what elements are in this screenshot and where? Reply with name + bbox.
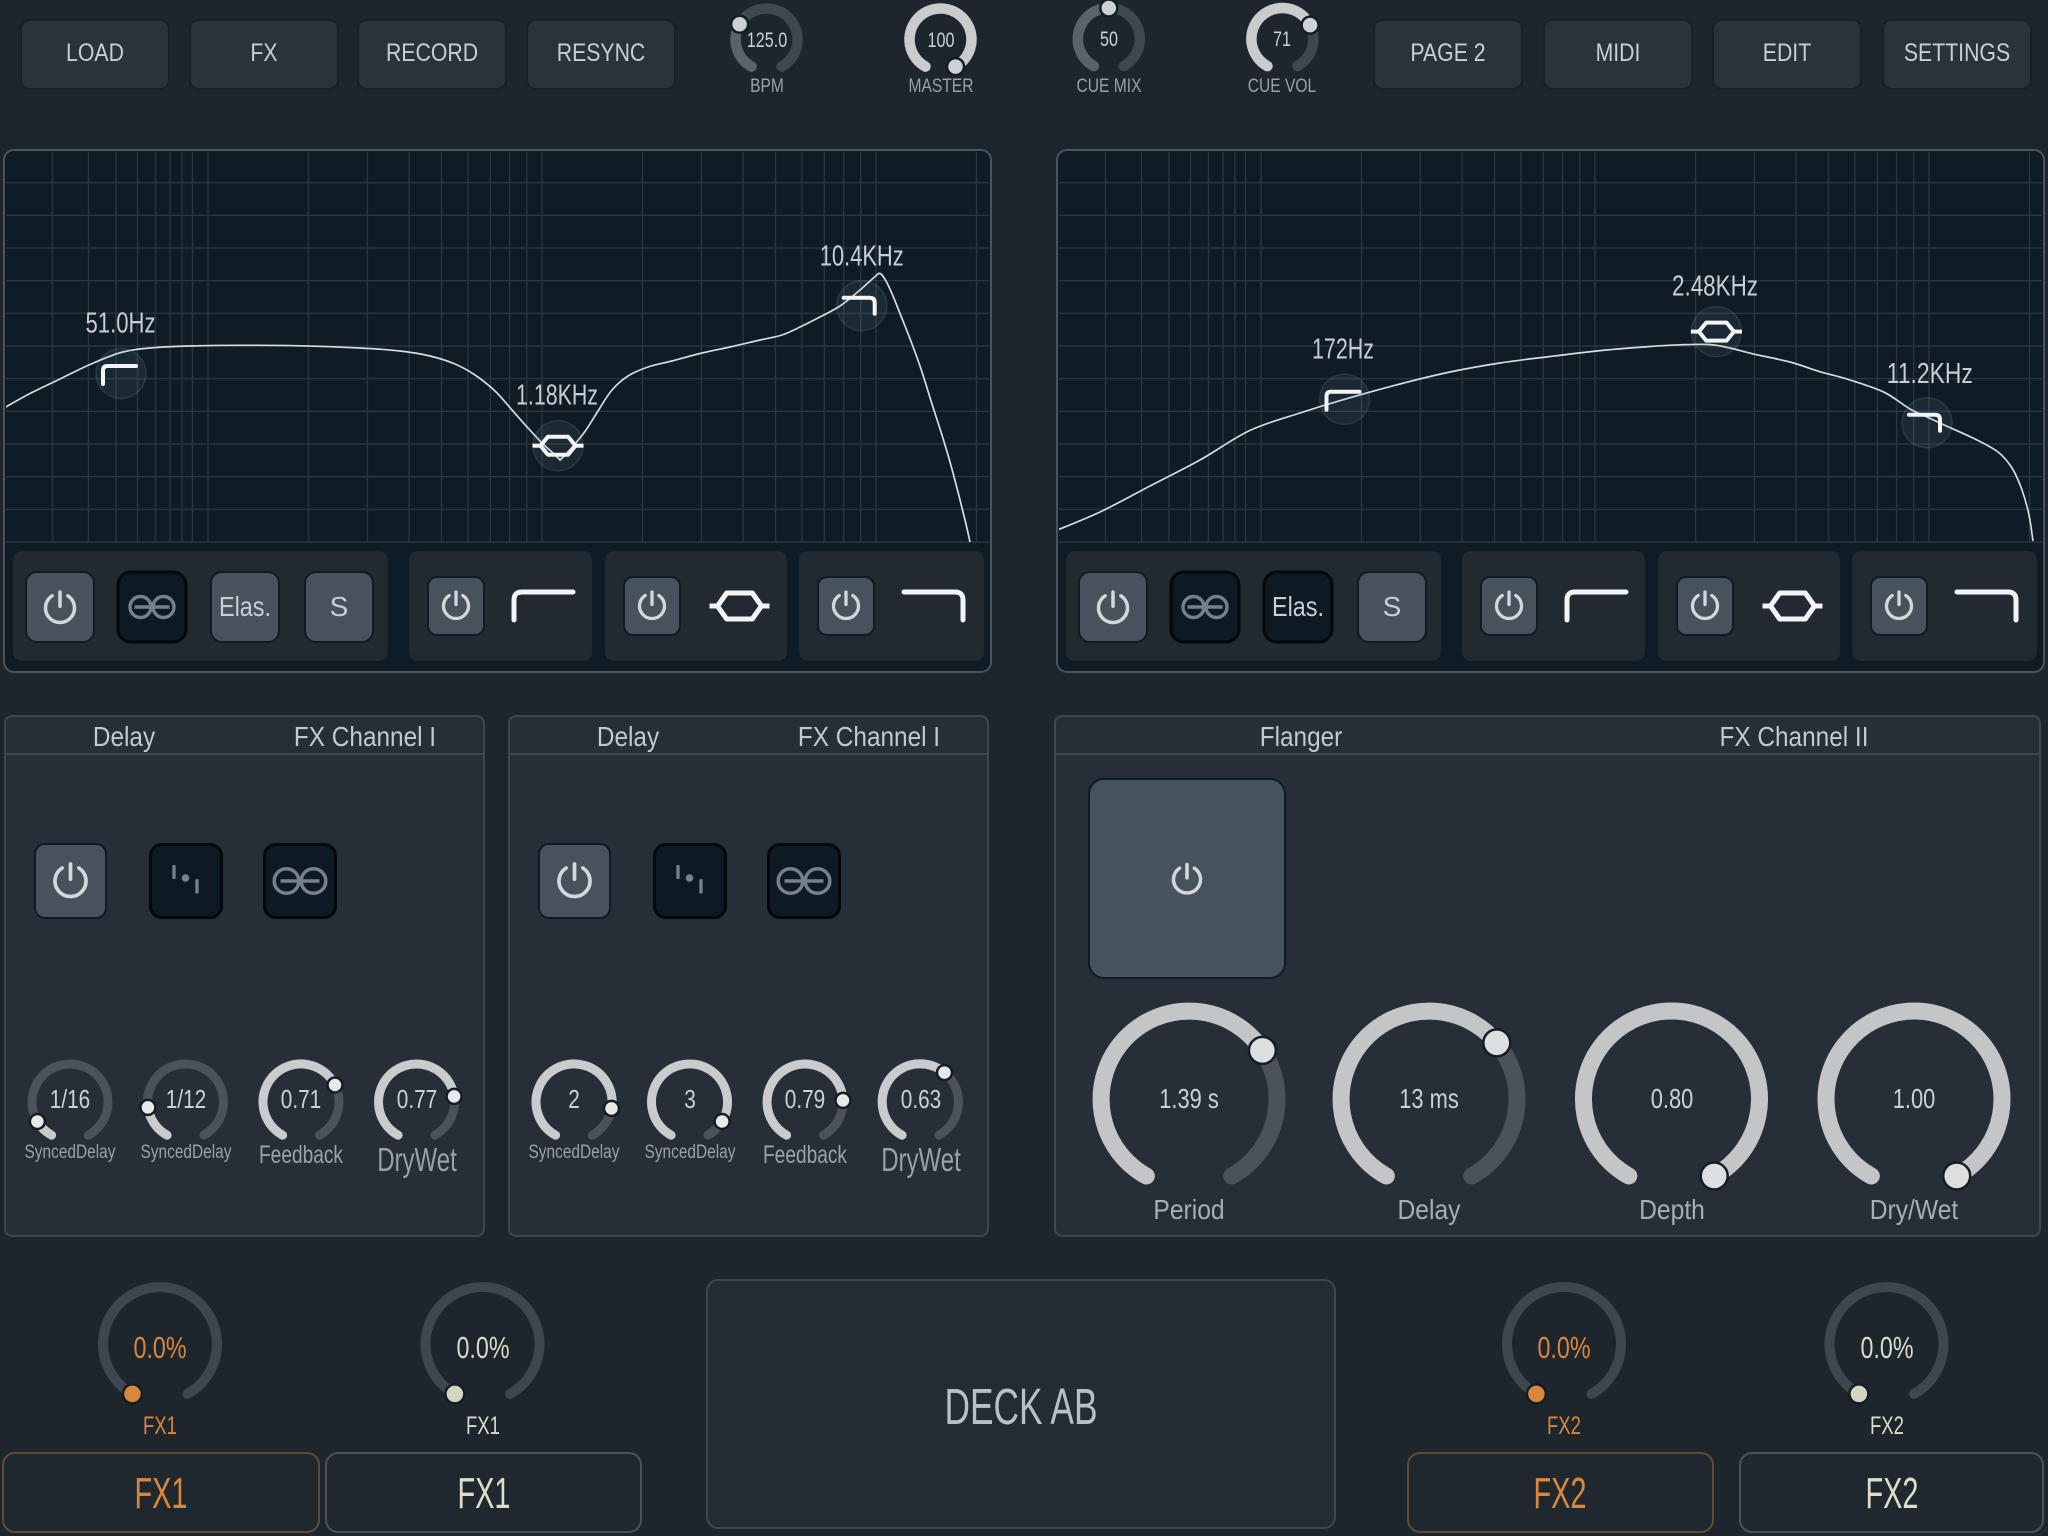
svg-text:51.0Hz: 51.0Hz: [86, 308, 156, 340]
svg-text:10.4KHz: 10.4KHz: [820, 241, 904, 273]
svg-text:172Hz: 172Hz: [1312, 334, 1374, 366]
svg-text:11.2KHz: 11.2KHz: [1887, 358, 1973, 390]
svg-text:S: S: [330, 591, 349, 622]
svg-text:2.48KHz: 2.48KHz: [1672, 271, 1758, 303]
svg-text:Elas.: Elas.: [219, 591, 271, 622]
svg-text:1.18KHz: 1.18KHz: [516, 380, 598, 412]
svg-text:Elas.: Elas.: [1272, 591, 1324, 622]
svg-text:S: S: [1383, 591, 1402, 622]
